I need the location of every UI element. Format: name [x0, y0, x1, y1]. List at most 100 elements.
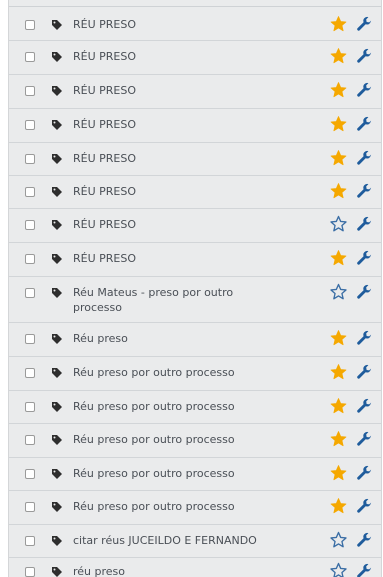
row-checkbox[interactable]: [25, 502, 35, 512]
row-checkbox[interactable]: [25, 153, 35, 164]
wrench-icon[interactable]: [356, 250, 373, 267]
tag-icon: [52, 52, 62, 62]
wrench-icon[interactable]: [356, 183, 373, 200]
wrench-icon[interactable]: [356, 116, 373, 133]
star-icon[interactable]: [329, 531, 348, 549]
row-checkbox[interactable]: [25, 535, 35, 546]
list-item[interactable]: RÉU PRESO: [9, 40, 381, 75]
tag-icon: [52, 502, 62, 512]
row-label: Réu preso por outro processo: [73, 366, 235, 379]
wrench-icon[interactable]: [356, 563, 373, 577]
row-label: RÉU PRESO: [73, 184, 137, 198]
wrench-icon[interactable]: [356, 284, 373, 301]
wrench-icon[interactable]: [356, 150, 373, 167]
row-checkbox[interactable]: [25, 186, 35, 197]
row-label: citar réus JUCEILDO E FERNANDO: [73, 533, 257, 547]
row-label: RÉU PRESO: [73, 118, 137, 131]
row-checkbox[interactable]: [25, 120, 35, 130]
tag-icon: [52, 368, 62, 378]
tag-icon: [52, 220, 62, 230]
row-checkbox[interactable]: [25, 288, 35, 298]
star-icon[interactable]: [329, 47, 348, 65]
star-icon[interactable]: [329, 283, 348, 301]
row-checkbox[interactable]: [25, 254, 35, 264]
row-label: RÉU PRESO: [73, 84, 137, 97]
wrench-icon[interactable]: [356, 431, 373, 448]
star-icon[interactable]: [329, 329, 348, 347]
row-checkbox[interactable]: [25, 334, 35, 344]
row-label: Réu preso: [73, 332, 128, 345]
star-icon[interactable]: [329, 81, 348, 99]
row-label: Réu Mateus - preso por outro processo: [73, 286, 234, 314]
row-label: RÉU PRESO: [73, 18, 137, 31]
list-item[interactable]: RÉU PRESO: [9, 74, 381, 109]
wrench-icon[interactable]: [356, 216, 373, 233]
list-item[interactable]: RÉU PRESO: [9, 108, 381, 143]
list-item[interactable]: Réu Mateus - preso por outro processo: [9, 276, 381, 323]
list-item[interactable]: Réu preso por outro processo: [9, 457, 381, 491]
row-label: RÉU PRESO: [73, 151, 137, 165]
row-label: Réu preso por outro processo: [73, 399, 235, 413]
tag-icon: [52, 468, 62, 479]
list-item[interactable]: RÉU PRESO: [9, 175, 381, 209]
wrench-icon[interactable]: [356, 498, 373, 515]
tag-icon: [52, 153, 62, 164]
tag-icon: [52, 334, 62, 344]
toolbar-strip: [9, 0, 381, 7]
star-icon[interactable]: [329, 464, 348, 482]
tag-icon: [52, 435, 62, 445]
list-item[interactable]: RÉU PRESO: [9, 142, 381, 176]
list-item[interactable]: Réu preso por outro processo: [9, 490, 381, 525]
list-item[interactable]: RÉU PRESO: [9, 242, 381, 277]
list-item[interactable]: Réu preso por outro processo: [9, 423, 381, 458]
wrench-icon[interactable]: [356, 465, 373, 482]
row-label: Réu preso por outro processo: [73, 433, 235, 446]
list-item[interactable]: RÉU PRESO: [9, 208, 381, 243]
star-icon[interactable]: [329, 215, 348, 233]
star-icon[interactable]: [329, 397, 348, 415]
star-icon[interactable]: [329, 115, 348, 133]
row-checkbox[interactable]: [25, 468, 35, 479]
wrench-icon[interactable]: [356, 16, 373, 33]
star-icon[interactable]: [329, 430, 348, 448]
list-item[interactable]: RÉU PRESO: [9, 10, 381, 41]
tag-icon: [52, 20, 62, 30]
list-item[interactable]: citar réus JUCEILDO E FERNANDO: [9, 524, 381, 558]
tag-icon: [52, 254, 62, 264]
row-checkbox[interactable]: [25, 220, 35, 230]
list-item[interactable]: Réu preso: [9, 322, 381, 357]
star-icon[interactable]: [329, 15, 348, 33]
row-checkbox[interactable]: [25, 86, 35, 96]
star-icon[interactable]: [329, 182, 348, 200]
wrench-icon[interactable]: [356, 364, 373, 381]
row-checkbox[interactable]: [25, 368, 35, 378]
tag-icon: [52, 186, 62, 197]
row-label: Réu preso por outro processo: [73, 466, 235, 480]
row-label: RÉU PRESO: [73, 252, 137, 265]
row-checkbox[interactable]: [25, 435, 35, 445]
row-label: RÉU PRESO: [73, 50, 137, 63]
row-label: réu preso: [73, 565, 126, 577]
row-label: Réu preso por outro processo: [73, 500, 235, 513]
row-checkbox[interactable]: [25, 52, 35, 62]
row-checkbox[interactable]: [25, 567, 35, 577]
list-item[interactable]: Réu preso por outro processo: [9, 390, 381, 424]
row-checkbox[interactable]: [25, 20, 35, 30]
star-icon[interactable]: [329, 149, 348, 167]
wrench-icon[interactable]: [356, 330, 373, 347]
tag-icon: [52, 288, 62, 298]
wrench-icon[interactable]: [356, 532, 373, 549]
row-label: RÉU PRESO: [73, 218, 137, 231]
list-item[interactable]: réu preso: [9, 557, 381, 577]
star-icon[interactable]: [329, 497, 348, 515]
wrench-icon[interactable]: [356, 82, 373, 99]
row-checkbox[interactable]: [25, 401, 35, 412]
star-icon[interactable]: [329, 562, 348, 577]
wrench-icon[interactable]: [356, 48, 373, 65]
list-item[interactable]: Réu preso por outro processo: [9, 356, 381, 391]
tag-icon: [52, 401, 62, 412]
star-icon[interactable]: [329, 363, 348, 381]
marker-list-panel: RÉU PRESO RÉU PRESO RÉU PRESO RÉU PRESO RÉU …: [8, 0, 382, 577]
star-icon[interactable]: [329, 249, 348, 267]
wrench-icon[interactable]: [356, 398, 373, 415]
